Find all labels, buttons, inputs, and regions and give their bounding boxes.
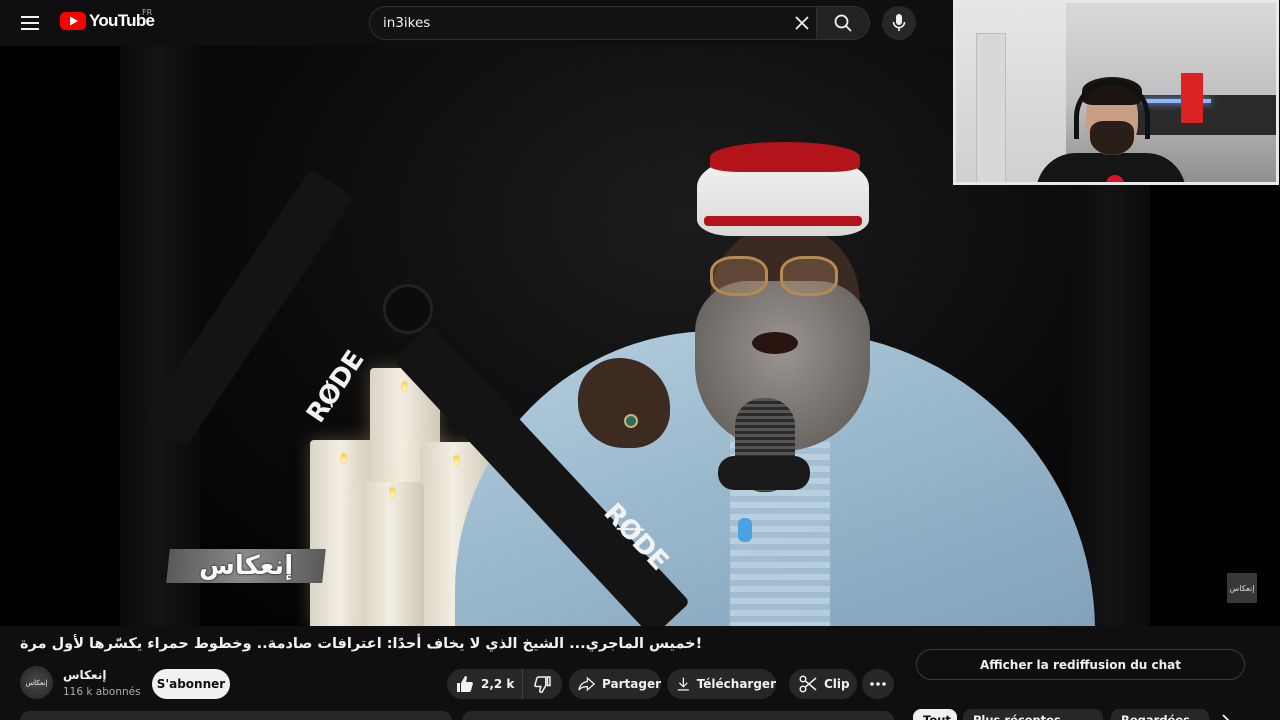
search-icon	[834, 14, 852, 32]
more-actions-button[interactable]	[862, 669, 894, 699]
speaker-ring	[624, 414, 638, 428]
download-icon	[677, 677, 689, 691]
like-button[interactable]: 2,2 k	[447, 669, 523, 699]
candle-flame	[453, 454, 460, 466]
youtube-logo-icon	[60, 12, 86, 30]
clip-button[interactable]: Clip	[789, 669, 857, 699]
search-button[interactable]	[816, 6, 870, 40]
youtube-logo[interactable]: YouTube FR	[60, 8, 155, 31]
channel-avatar[interactable]: إنعكاس	[20, 666, 53, 699]
filter-chip-all[interactable]: Tout	[913, 709, 957, 720]
video-title: !خميس الماجري... الشيخ الذي لا يخاف أحدً…	[20, 636, 703, 652]
boom-arm-joint	[383, 284, 433, 334]
candle-flame	[340, 452, 347, 464]
clear-search-button[interactable]	[790, 11, 814, 35]
channel-logo-overlay: إنعكاس	[166, 549, 326, 583]
candle-flame	[389, 486, 396, 498]
show-chat-replay-button[interactable]: Afficher la rediffusion du chat	[916, 649, 1245, 680]
share-button[interactable]: Partager	[569, 669, 661, 699]
menu-icon	[21, 16, 39, 30]
microphone-light	[738, 518, 752, 542]
webcam-door	[976, 33, 1006, 182]
share-label: Partager	[602, 677, 661, 691]
chevron-right-icon[interactable]	[1216, 712, 1236, 720]
candle	[362, 482, 424, 626]
microphone-mount	[718, 456, 810, 490]
scissors-icon	[799, 675, 817, 693]
candle-flame	[401, 380, 408, 392]
speaker-cap	[710, 142, 860, 172]
like-count: 2,2 k	[481, 677, 515, 691]
country-code: FR	[142, 8, 153, 17]
subscriber-count: 116 k abonnés	[63, 686, 141, 698]
share-icon	[578, 676, 596, 692]
webcam-wall	[956, 3, 1066, 182]
webcam-flag	[1181, 73, 1203, 123]
download-button[interactable]: Télécharger	[667, 669, 776, 699]
clear-icon	[795, 16, 809, 30]
streamer-webcam	[953, 0, 1279, 185]
background-curtain	[120, 46, 200, 626]
filter-chip-watched[interactable]: Regardées	[1111, 709, 1209, 720]
channel-logo-text: إنعكاس	[198, 551, 294, 581]
channel-name[interactable]: إنعكاس	[63, 668, 106, 682]
glasses-lens-right	[780, 256, 838, 296]
speaker-mouth	[752, 332, 798, 354]
menu-button[interactable]	[14, 7, 46, 39]
more-horizontal-icon	[870, 682, 886, 686]
subscribe-button[interactable]: S'abonner	[152, 669, 230, 699]
thumbs-up-icon	[457, 676, 473, 692]
download-label: Télécharger	[696, 677, 776, 691]
like-dislike-group: 2,2 k	[447, 669, 562, 699]
dislike-button[interactable]	[523, 669, 561, 699]
turban-band	[704, 216, 862, 226]
clip-label: Clip	[824, 677, 850, 691]
thumbs-down-icon	[534, 676, 551, 693]
description-card[interactable]	[20, 711, 452, 720]
voice-search-button[interactable]	[882, 6, 916, 40]
glasses-lens-left	[710, 256, 768, 296]
corner-watermark: إنعكاس	[1227, 573, 1257, 603]
search-box	[369, 6, 817, 40]
related-card[interactable]	[462, 711, 894, 720]
filter-chip-recent[interactable]: Plus récentes	[963, 709, 1103, 720]
mic-icon	[892, 14, 906, 31]
search-input[interactable]	[383, 15, 773, 31]
